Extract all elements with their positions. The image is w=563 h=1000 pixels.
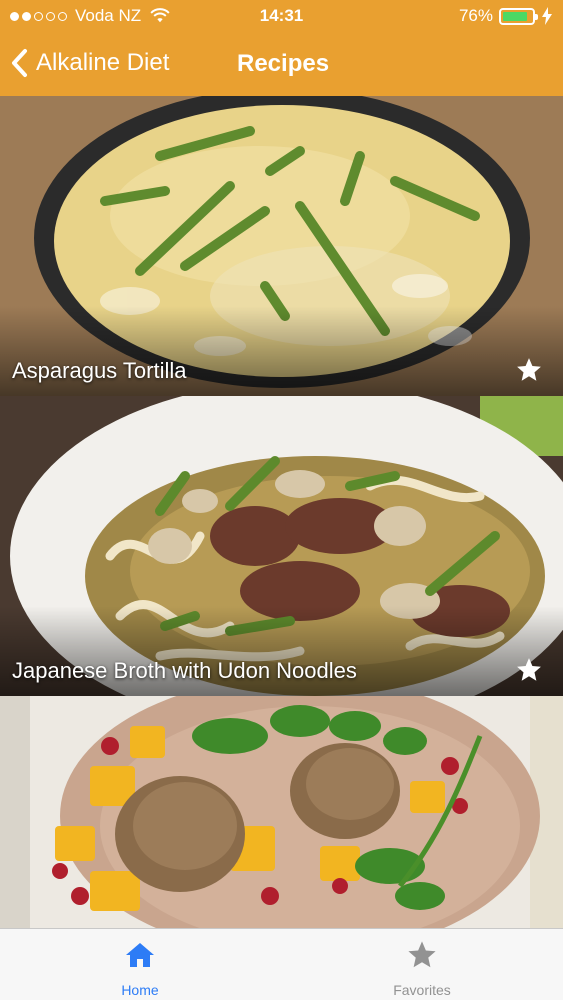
tab-bar: Home Favorites xyxy=(0,928,563,1000)
back-button[interactable]: Alkaline Diet xyxy=(10,48,169,78)
recipe-title: Asparagus Tortilla xyxy=(12,358,187,383)
star-icon[interactable] xyxy=(515,356,543,384)
top-bar: Voda NZ 14:31 76% Alkaline Diet Recipes xyxy=(0,0,563,96)
navigation-bar: Alkaline Diet Recipes xyxy=(0,36,563,92)
tab-favorites[interactable]: Favorites xyxy=(352,929,492,1000)
tab-favorites-label: Favorites xyxy=(393,982,451,998)
recipe-list[interactable]: Asparagus Tortilla Japanese Broth with U… xyxy=(0,96,563,928)
recipe-card[interactable]: Asparagus Tortilla xyxy=(0,96,563,396)
star-icon[interactable] xyxy=(515,656,543,684)
chevron-left-icon xyxy=(12,49,27,77)
home-icon xyxy=(126,943,154,967)
charging-icon xyxy=(542,7,552,25)
recipe-card[interactable] xyxy=(0,696,563,928)
tab-home-label: Home xyxy=(121,982,159,998)
page-title: Recipes xyxy=(237,50,330,77)
recipe-image xyxy=(0,696,563,928)
star-icon xyxy=(408,941,436,968)
battery-percent: 76% xyxy=(458,6,493,25)
recipe-card[interactable]: Japanese Broth with Udon Noodles xyxy=(0,396,563,696)
battery-icon xyxy=(499,7,538,25)
tab-home[interactable]: Home xyxy=(70,929,210,1000)
recipe-title: Japanese Broth with Udon Noodles xyxy=(12,658,357,683)
back-label: Alkaline Diet xyxy=(36,49,170,76)
status-bar: Voda NZ 14:31 76% xyxy=(0,0,563,34)
